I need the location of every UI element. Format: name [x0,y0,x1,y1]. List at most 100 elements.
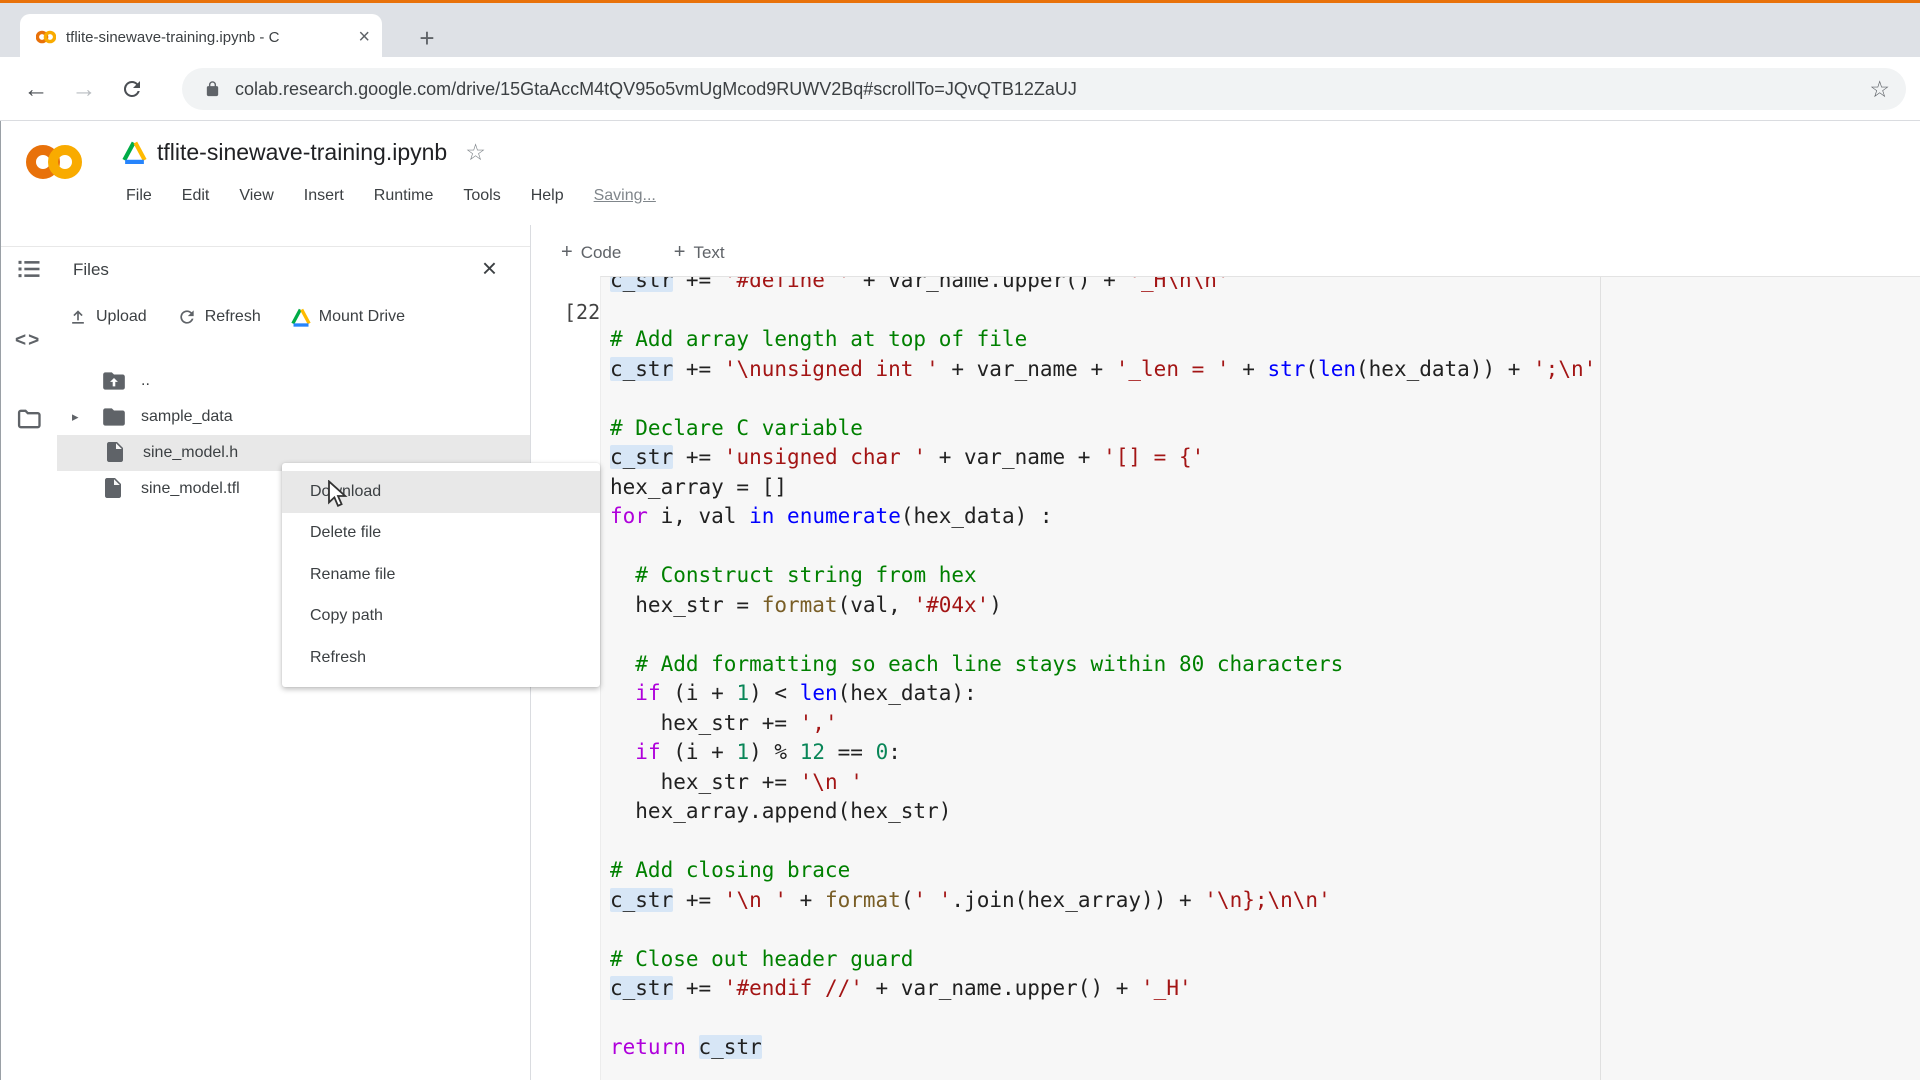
code-line: for i, val in enumerate(hex_data) : [610,504,1053,528]
url-text: colab.research.google.com/drive/15GtaAcc… [235,78,1077,99]
add-text-label: Text [693,242,725,262]
menu-edit[interactable]: Edit [182,187,210,205]
browser-tab-strip: tflite-sinewave-training.ipynb - C × + [0,3,1920,60]
context-menu-item-refresh[interactable]: Refresh [282,637,600,679]
mount-drive-button[interactable]: Mount Drive [291,308,405,327]
saving-status: Saving... [593,187,656,204]
files-close-icon[interactable]: × [482,253,497,284]
tree-item-label: sine_model.h [143,444,239,461]
code-line: # Add array length at top of file [610,327,1028,351]
code-line: c_str += '#define ' + var_name.upper() +… [610,277,1596,296]
code-line: # Add formatting so each line stays with… [635,651,1344,676]
address-bar[interactable]: colab.research.google.com/drive/15GtaAcc… [182,68,1906,110]
window-left-border [0,121,1,1080]
tree-item-sample_data[interactable]: ▸ sample_data [55,399,530,435]
code-line: c_str += 'unsigned char ' + var_name + '… [610,445,1205,469]
context-menu-item-delete-file[interactable]: Delete file [282,513,600,555]
menu-view[interactable]: View [239,187,273,205]
action-label: Refresh [204,308,261,325]
action-label: Mount Drive [318,308,405,325]
code-line: hex_str += '\n ' [610,769,863,794]
add-code-label: Code [580,242,622,262]
browser-toolbar: ← → colab.research.google.com/drive/15Gt… [0,57,1920,121]
new-tab-button[interactable]: + [412,23,442,53]
tree-item-label: .. [141,372,150,389]
files-panel-title: Files [73,260,109,279]
bookmark-star-icon[interactable]: ☆ [1869,76,1890,103]
tree-item-label: sample_data [141,408,233,425]
notebook-title[interactable]: tflite-sinewave-training.ipynb [157,139,447,166]
menu-runtime[interactable]: Runtime [374,187,434,205]
code-line: c_str += '#endif //' + var_name.upper() … [610,976,1192,1000]
tab-close-icon[interactable]: × [358,27,370,47]
code-snippets-icon[interactable]: <> [15,330,43,358]
plus-icon: + [673,241,686,263]
code-line: hex_array = [] [610,474,788,499]
files-rail-icon[interactable] [15,405,43,433]
colab-logo[interactable] [26,135,84,189]
context-menu-item-rename-file[interactable]: Rename file [282,554,600,596]
refresh-button[interactable]: Refresh [177,307,261,327]
refresh-icon [177,307,197,327]
code-line: # Construct string from hex [635,563,977,587]
sidebar-icon-rail: <> [1,225,55,1080]
files-actions: Upload Refresh Mount Drive [68,307,405,327]
code-line: # Add closing brace [610,858,851,882]
menu-tools[interactable]: Tools [463,187,500,205]
column-ruler [1600,277,1601,1080]
code-line: return c_str [610,1035,762,1059]
notebook-toolbar: + Code + Text [531,225,1920,276]
code-line: # Close out header guard [610,946,914,971]
action-label: Upload [96,308,147,325]
file-icon [101,476,127,502]
menu-file[interactable]: File [126,187,152,205]
upload-button[interactable]: Upload [68,307,147,327]
menu-bar: File Edit View Insert Runtime Tools Help Saving… [126,187,656,205]
folder-icon [101,404,127,430]
menu-insert[interactable]: Insert [304,187,344,205]
colab-favicon [36,29,56,45]
code-line: c_str += '\n ' + format(' '.join(hex_arr… [610,887,1331,912]
code-line: hex_array.append(hex_str) [610,799,952,823]
code-line: c_str += '\nunsigned int ' + var_name + … [610,356,1597,381]
lock-icon [204,79,221,99]
tree-item-..[interactable]: .. [55,363,530,399]
logo-ring-right [48,145,82,179]
drive-icon [291,308,311,327]
folder-up-icon [101,368,127,394]
drive-icon [122,141,147,164]
code-line: hex_str += ',' [610,710,838,735]
upload-icon [68,307,88,327]
table-of-contents-icon[interactable] [15,255,43,283]
menu-help[interactable]: Help [531,187,564,205]
plus-icon: + [561,241,573,263]
sidebar-top-border [1,246,530,247]
expand-caret-icon[interactable]: ▸ [72,409,84,425]
forward-icon[interactable]: → [66,71,102,107]
code-line: if (i + 1) < len(hex_data): [635,681,977,705]
tree-item-label: sine_model.tfl [141,480,240,497]
code-line: # Declare C variable [610,415,863,440]
tab-title: tflite-sinewave-training.ipynb - C [66,28,280,46]
colab-header: tflite-sinewave-training.ipynb ☆ File Edi… [0,121,1920,225]
add-code-button[interactable]: + Code [561,241,621,264]
code-line: if (i + 1) % 12 == 0: [635,740,901,764]
code-line: hex_str = format(val, '#04x') [610,592,1002,617]
context-menu-item-copy-path[interactable]: Copy path [282,596,600,638]
favorite-star-icon[interactable]: ☆ [465,139,486,166]
reload-icon[interactable] [114,71,150,107]
add-text-button[interactable]: + Text [674,241,725,264]
code-cell-editor[interactable]: c_str += '#define ' + var_name.upper() +… [600,276,1920,1080]
back-icon[interactable]: ← [18,71,54,107]
mouse-cursor [326,480,352,508]
code-lines: c_str += '#define ' + var_name.upper() +… [610,277,1597,1063]
browser-tab[interactable]: tflite-sinewave-training.ipynb - C × [20,14,382,60]
file-icon [103,440,129,466]
